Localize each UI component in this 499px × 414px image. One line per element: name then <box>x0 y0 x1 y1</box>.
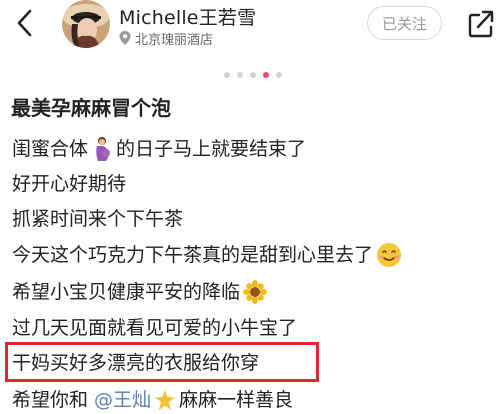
back-chevron-icon[interactable] <box>13 6 39 40</box>
post-line-6: 过几天见面就看见可爱的小牛宝了 <box>12 317 298 339</box>
pregnant-woman-emoji <box>96 137 111 161</box>
post-line-1: 闺蜜合体 的日子马上就要结束了 <box>12 135 306 163</box>
location-pin-icon <box>119 31 131 45</box>
location-tag[interactable]: 北京瑰丽酒店 <box>118 29 214 48</box>
post-line-5-text: 希望小宝贝健康平安的降临 <box>12 281 241 303</box>
share-icon[interactable] <box>468 8 494 38</box>
highlight-box <box>5 342 319 382</box>
smiling-face-emoji <box>377 243 402 267</box>
post-line-4-text: 今天这个巧克力下午茶真的是甜到心里去了 <box>12 244 374 266</box>
carousel-dot[interactable] <box>237 72 243 78</box>
post-header: Michelle王若雪 北京瑰丽酒店 已关注 <box>0 0 499 58</box>
sparkle-star-emoji <box>155 390 176 410</box>
post-title: 最美孕麻麻冒个泡 <box>11 96 171 120</box>
post-line-5: 希望小宝贝健康平安的降临 <box>12 278 270 306</box>
post-line-2: 好开心好期待 <box>12 173 127 195</box>
carousel-dot[interactable] <box>224 72 230 78</box>
sunflower-emoji <box>243 280 268 304</box>
post-line-8-after: 麻麻一样善良 <box>179 389 294 411</box>
carousel-indicator[interactable] <box>224 71 289 79</box>
post-line-8-before: 希望你和 <box>12 389 89 411</box>
location-name: 北京瑰丽酒店 <box>135 32 214 48</box>
follow-button[interactable]: 已关注 <box>367 6 442 40</box>
blur-overlay <box>330 384 499 414</box>
post-line-4: 今天这个巧克力下午茶真的是甜到心里去了 <box>12 241 405 269</box>
post-line-3: 抓紧时间来个下午茶 <box>12 208 184 230</box>
carousel-dot[interactable] <box>250 72 256 78</box>
mention-link[interactable]: @王灿 <box>94 386 151 414</box>
username[interactable]: Michelle王若雪 <box>119 3 256 30</box>
post-line-8: 希望你和 @王灿 麻麻一样善良 <box>12 386 293 414</box>
post-line-1-after: 的日子马上就要结束了 <box>116 138 307 160</box>
carousel-dot-active[interactable] <box>263 72 269 78</box>
carousel-dot[interactable] <box>276 72 282 78</box>
avatar[interactable] <box>62 0 110 48</box>
post-line-1-before: 闺蜜合体 <box>12 138 89 160</box>
